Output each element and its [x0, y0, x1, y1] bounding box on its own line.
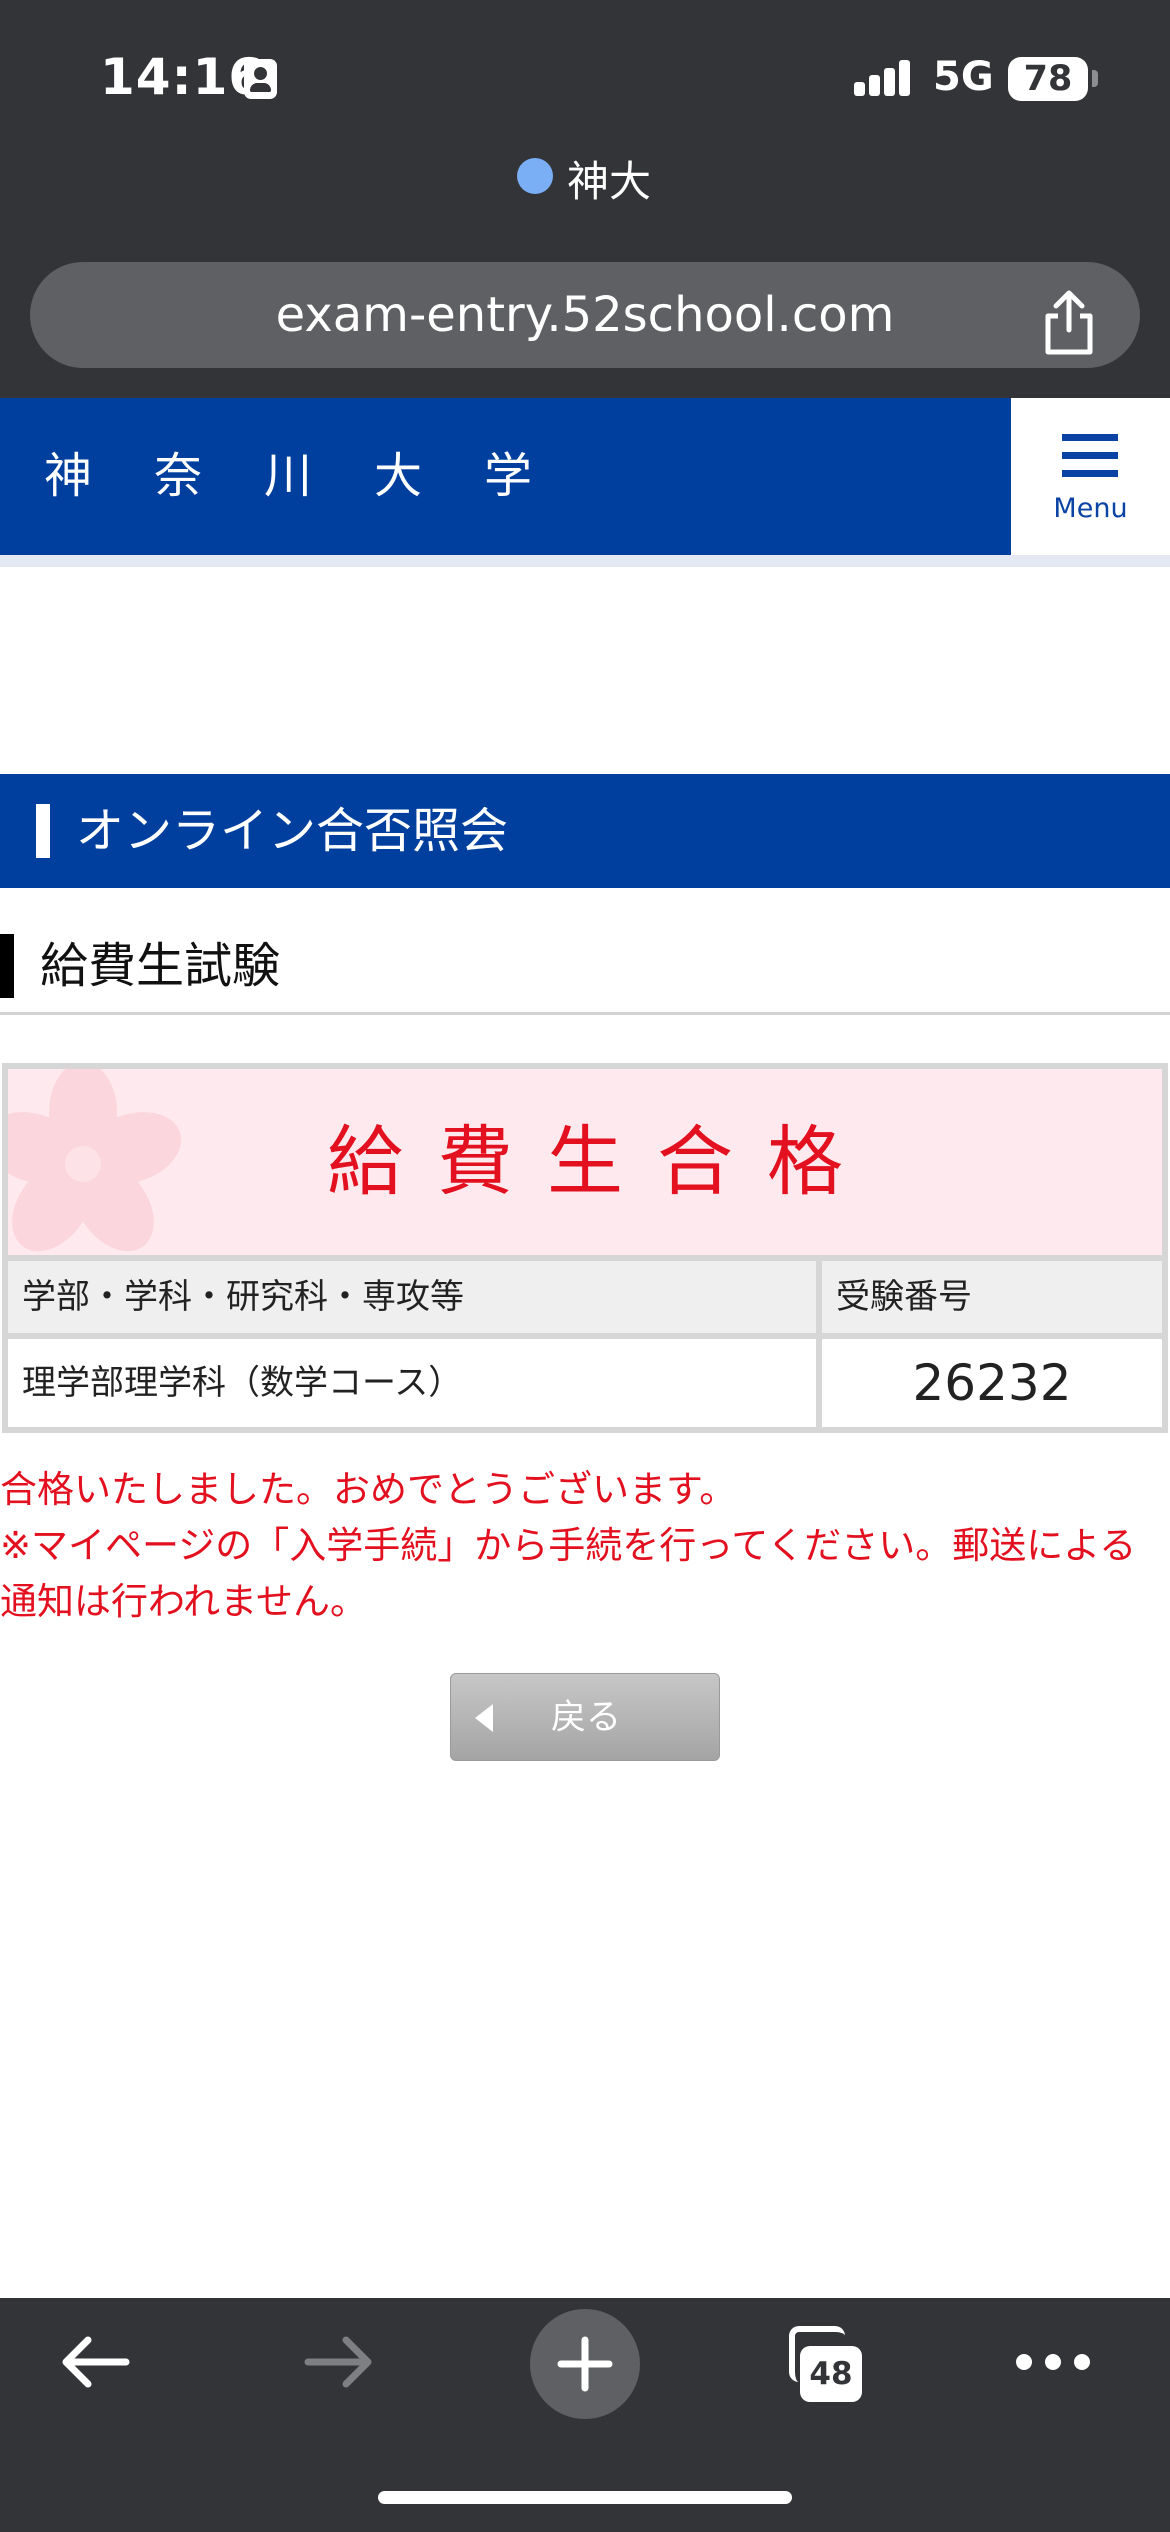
- exam-title: 給費生試験: [40, 938, 281, 994]
- site-name: 神大: [567, 157, 652, 206]
- forward-arrow-icon[interactable]: [302, 2330, 376, 2394]
- more-options-icon[interactable]: [1016, 2354, 1090, 2370]
- result-table: 給費生合格 学部・学科・研究科・専攻等 受験番号 理学部理学科（数学コース） 2…: [2, 1063, 1168, 1433]
- result-banner: 給費生合格: [8, 1069, 1162, 1255]
- department-cell: 理学部理学科（数学コース）: [8, 1339, 816, 1427]
- menu-button[interactable]: Menu: [1011, 398, 1170, 555]
- menu-label: Menu: [1053, 493, 1128, 524]
- tabs-button[interactable]: 48: [800, 2346, 862, 2402]
- address-bar[interactable]: exam-entry.52school.com: [30, 262, 1140, 368]
- section-header: オンライン合否照会: [0, 774, 1170, 888]
- hamburger-icon: [1062, 434, 1118, 488]
- battery-tip: [1092, 70, 1098, 87]
- browser-top-bar: 14:16 5G 78 神大 exam-entry.52school.com: [0, 0, 1170, 398]
- network-type: 5G: [933, 54, 994, 100]
- result-message: 合格いたしました。おめでとうございます。 ※マイページの「入学手続」から手続を行…: [0, 1462, 1170, 1630]
- url-text[interactable]: exam-entry.52school.com: [30, 262, 1140, 368]
- battery-level: 78: [1023, 59, 1073, 99]
- cellular-signal-icon: [854, 60, 912, 96]
- status-time: 14:16: [100, 48, 265, 106]
- exam-heading: 給費生試験: [0, 928, 1170, 1015]
- contact-card-icon: [244, 59, 277, 99]
- site-header: 神奈川大学 Menu: [0, 398, 1170, 555]
- result-title: 給費生合格: [327, 1117, 877, 1206]
- message-line-1: 合格いたしました。おめでとうございます。: [0, 1468, 737, 1511]
- battery-icon: 78: [1008, 57, 1088, 101]
- back-button-label: 戻る: [550, 1698, 621, 1738]
- share-icon[interactable]: [1034, 288, 1104, 358]
- column-header-department: 学部・学科・研究科・専攻等: [8, 1261, 816, 1333]
- section-marker: [36, 804, 50, 858]
- exam-number-cell: 26232: [822, 1339, 1162, 1427]
- plus-icon: [557, 2336, 613, 2392]
- column-header-exam-number: 受験番号: [822, 1261, 1162, 1333]
- header-divider: [0, 555, 1170, 567]
- message-line-2: ※マイページの「入学手続」から手続を行ってください。郵送による通知は行われません…: [0, 1524, 1137, 1623]
- site-favicon-icon: [517, 158, 553, 194]
- section-title: オンライン合否照会: [76, 803, 509, 859]
- back-arrow-icon[interactable]: [58, 2330, 132, 2394]
- new-tab-button[interactable]: [530, 2309, 640, 2419]
- heading-marker: [0, 934, 14, 998]
- home-indicator: [378, 2491, 792, 2504]
- site-logo[interactable]: 神奈川大学: [44, 398, 594, 555]
- back-button[interactable]: 戻る: [450, 1673, 720, 1761]
